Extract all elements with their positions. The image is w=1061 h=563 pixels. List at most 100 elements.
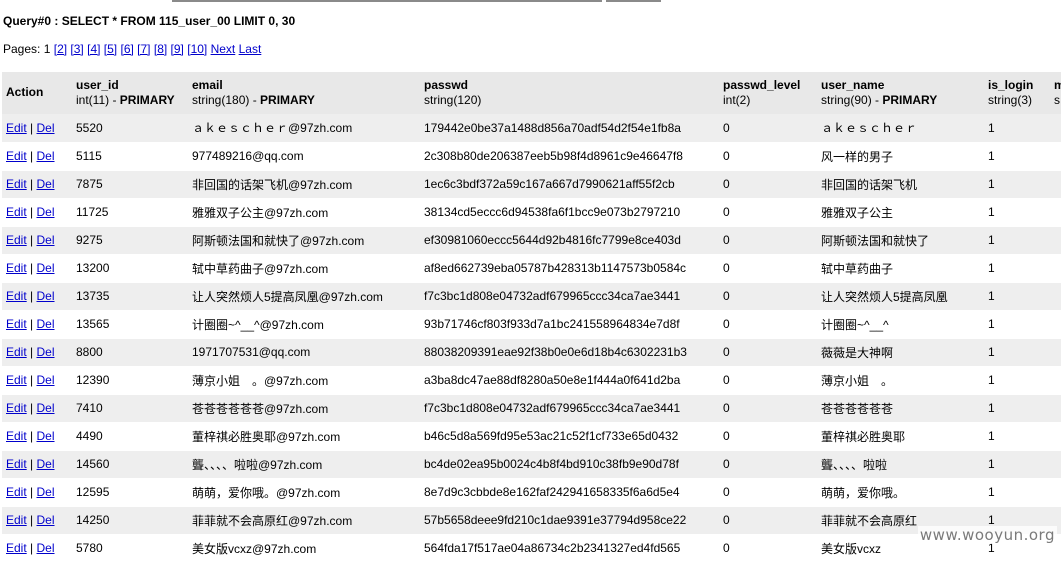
page-link[interactable]: [10] [187,42,207,56]
passwd-level-cell: 0 [719,254,817,283]
page-link[interactable]: [4] [87,42,100,56]
table-row: Edit | Del 12390 薄京小姐 。@97zh.com a3ba8dc47a… [2,366,1061,395]
column-type-value: string(90) [821,92,872,107]
email-cell: 让人突然烦人5提高凤凰@97zh.com [188,282,420,311]
user-name-cell: 让人突然烦人5提高凤凰 [817,282,984,311]
delete-link[interactable]: Del [37,205,55,219]
passwd-level-cell: 0 [719,226,817,255]
is-login-cell: 1 [984,198,1050,227]
action-header: Action [2,72,72,114]
page-link[interactable]: [6] [120,42,133,56]
action-cell: Edit | Del [2,534,72,563]
edit-link[interactable]: Edit [6,289,27,303]
delete-link[interactable]: Del [37,121,55,135]
action-cell: Edit | Del [2,338,72,367]
is-login-cell: 1 [984,366,1050,395]
action-separator: | [30,177,34,191]
edit-link[interactable]: Edit [6,121,27,135]
page-link[interactable]: [3] [70,42,83,56]
watermark: www.wooyun.org [917,526,1057,544]
action-cell: Edit | Del [2,450,72,479]
delete-link[interactable]: Del [37,289,55,303]
page-link[interactable]: [9] [171,42,184,56]
table-row: Edit | Del 8800 1971707531@qq.com 880382093… [2,338,1061,367]
action-separator: | [30,289,34,303]
delete-link[interactable]: Del [37,457,55,471]
delete-link[interactable]: Del [37,149,55,163]
edit-link[interactable]: Edit [6,177,27,191]
delete-link[interactable]: Del [37,513,55,527]
delete-link[interactable]: Del [37,345,55,359]
table-row: Edit | Del 5115 977489216@qq.com 2c308b80de… [2,142,1061,171]
delete-link[interactable]: Del [37,261,55,275]
edit-link[interactable]: Edit [6,373,27,387]
edit-link[interactable]: Edit [6,429,27,443]
table-row: Edit | Del 13200 轼中草药曲子@97zh.com af8ed66273… [2,254,1061,283]
truncated-cell [1050,310,1061,339]
action-separator: | [30,485,34,499]
edit-link[interactable]: Edit [6,233,27,247]
edit-link[interactable]: Edit [6,401,27,415]
passwd-cell: ef30981060eccc5644d92b4816fc7799e8ce403d [420,226,719,255]
user-name-cell: 薄京小姐 。 [817,366,984,395]
edit-link[interactable]: Edit [6,205,27,219]
is-login-cell: 1 [984,282,1050,311]
delete-link[interactable]: Del [37,485,55,499]
delete-link[interactable]: Del [37,429,55,443]
delete-link[interactable]: Del [37,373,55,387]
query-text: Query#0 : SELECT * FROM 115_user_00 LIMI… [3,14,296,28]
delete-link[interactable]: Del [37,541,55,555]
delete-link[interactable]: Del [37,401,55,415]
page-link[interactable]: [7] [137,42,150,56]
email-cell: 977489216@qq.com [188,142,420,171]
passwd-level-cell: 0 [719,450,817,479]
column-key: PRIMARY [260,92,315,107]
user-name-cell: 轼中草药曲子 [817,254,984,283]
delete-link[interactable]: Del [37,233,55,247]
is-login-cell: 1 [984,170,1050,199]
is-login-cell: 1 [984,338,1050,367]
page-link[interactable]: [5] [104,42,117,56]
email-cell: 轼中草药曲子@97zh.com [188,254,420,283]
delete-link[interactable]: Del [37,317,55,331]
user-name-cell: 风一样的男子 [817,142,984,171]
edit-link[interactable]: Edit [6,317,27,331]
user-name-cell: 雅雅双子公主 [817,198,984,227]
truncated-cell [1050,142,1061,171]
truncated-cell [1050,338,1061,367]
edit-link[interactable]: Edit [6,261,27,275]
action-cell: Edit | Del [2,170,72,199]
passwd-cell: 57b5658deee9fd210c1dae9391e37794d958ce22 [420,506,719,535]
is-login-cell: 1 [984,394,1050,423]
edit-link[interactable]: Edit [6,149,27,163]
action-separator: | [30,373,34,387]
edit-link[interactable]: Edit [6,513,27,527]
email-cell: 萌萌，爱你哦。@97zh.com [188,478,420,507]
column-type: string(90) - PRIMARY [821,92,938,107]
user-name-cell: 董梓祺必胜奥耶 [817,422,984,451]
pagination: Pages: 1 [2] [3] [4] [5] [6] [7] [8] [9]… [3,42,261,56]
column-header: user_name string(90) - PRIMARY [817,72,984,114]
action-cell: Edit | Del [2,142,72,171]
edit-link[interactable]: Edit [6,541,27,555]
delete-link[interactable]: Del [37,177,55,191]
page-link[interactable]: [2] [54,42,67,56]
edit-link[interactable]: Edit [6,485,27,499]
page-link[interactable]: [8] [154,42,167,56]
passwd-cell: 564fda17f517ae04a86734c2b2341327ed4fd565 [420,534,719,563]
column-type: s [1054,93,1061,108]
column-header: user_id int(11) - PRIMARY [72,72,188,114]
email-cell: 非回国的话架飞机@97zh.com [188,170,420,199]
truncated-cell [1050,282,1061,311]
email-cell: 苍苍苍苍苍苍@97zh.com [188,394,420,423]
passwd-level-cell: 0 [719,338,817,367]
action-cell: Edit | Del [2,310,72,339]
user-id-cell: 13565 [72,310,188,339]
next-page-link[interactable]: Next [211,42,236,56]
column-name: user_id [76,77,119,92]
action-separator: | [30,457,34,471]
user-id-cell: 14250 [72,506,188,535]
last-page-link[interactable]: Last [239,42,262,56]
edit-link[interactable]: Edit [6,457,27,471]
edit-link[interactable]: Edit [6,345,27,359]
